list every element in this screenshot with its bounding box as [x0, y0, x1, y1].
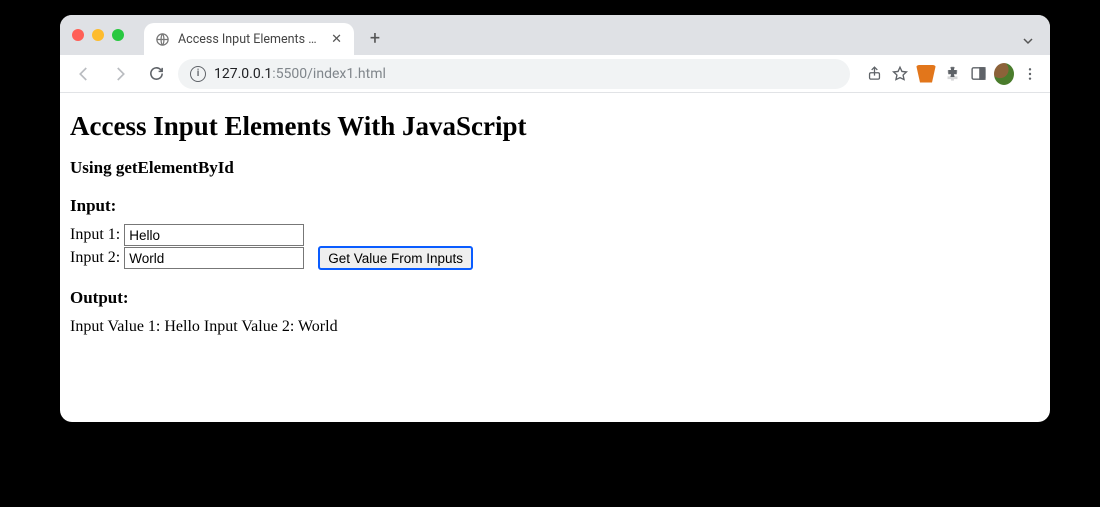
url-host: 127.0.0.1: [214, 66, 272, 82]
window-controls: [72, 15, 136, 55]
maximize-window-button[interactable]: [112, 29, 124, 41]
toolbar-actions: [864, 64, 1040, 84]
tabs-dropdown-button[interactable]: [1020, 33, 1036, 49]
metamask-extension-icon[interactable]: [916, 64, 936, 84]
close-window-button[interactable]: [72, 29, 84, 41]
input-2-field[interactable]: [124, 247, 304, 269]
url-path: :5500/index1.html: [272, 66, 386, 82]
input-1-field[interactable]: [124, 224, 304, 246]
output-section-heading: Output:: [70, 288, 1040, 308]
site-info-icon[interactable]: i: [190, 66, 206, 82]
url-text: 127.0.0.1:5500/index1.html: [214, 66, 386, 82]
input-1-label: Input 1:: [70, 226, 120, 244]
input-2-label: Input 2:: [70, 249, 120, 267]
bookmark-star-icon[interactable]: [890, 64, 910, 84]
output-text: Input Value 1: Hello Input Value 2: Worl…: [70, 318, 1040, 336]
minimize-window-button[interactable]: [92, 29, 104, 41]
globe-icon: [154, 31, 170, 47]
tab-title: Access Input Elements With JavaScript: [178, 32, 321, 47]
back-button[interactable]: [70, 60, 98, 88]
side-panel-icon[interactable]: [968, 64, 988, 84]
share-icon[interactable]: [864, 64, 884, 84]
new-tab-button[interactable]: +: [360, 23, 390, 53]
browser-window: Access Input Elements With JavaScript ✕ …: [60, 15, 1050, 422]
address-bar[interactable]: i 127.0.0.1:5500/index1.html: [178, 59, 850, 89]
extensions-icon[interactable]: [942, 64, 962, 84]
input-section-heading: Input:: [70, 196, 1040, 216]
get-value-button[interactable]: Get Value From Inputs: [318, 246, 473, 270]
tab-strip: Access Input Elements With JavaScript ✕ …: [60, 15, 1050, 55]
page-subheading: Using getElementById: [70, 158, 1040, 178]
close-tab-button[interactable]: ✕: [329, 32, 344, 47]
input-row-1: Input 1:: [70, 224, 1040, 246]
browser-tab[interactable]: Access Input Elements With JavaScript ✕: [144, 23, 354, 55]
input-row-2: Input 2: Get Value From Inputs: [70, 246, 1040, 270]
profile-avatar[interactable]: [994, 64, 1014, 84]
browser-menu-button[interactable]: [1020, 64, 1040, 84]
reload-button[interactable]: [142, 60, 170, 88]
page-heading: Access Input Elements With JavaScript: [70, 111, 1040, 142]
browser-toolbar: i 127.0.0.1:5500/index1.html: [60, 55, 1050, 93]
page-content: Access Input Elements With JavaScript Us…: [60, 93, 1050, 422]
forward-button[interactable]: [106, 60, 134, 88]
